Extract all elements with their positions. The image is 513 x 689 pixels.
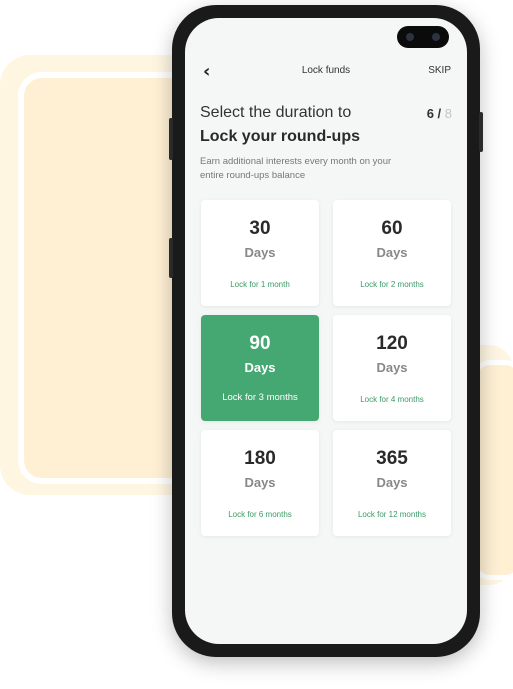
option-unit: Days <box>244 360 276 375</box>
step-current: 6 <box>426 106 434 121</box>
camera-lens-icon <box>432 33 440 41</box>
duration-option-30[interactable]: 30 Days Lock for 1 month <box>201 200 319 306</box>
option-lock-label: Lock for 6 months <box>228 510 292 519</box>
option-days: 365 <box>376 448 408 469</box>
option-days: 180 <box>244 448 276 469</box>
duration-option-180[interactable]: 180 Days Lock for 6 months <box>201 430 319 536</box>
option-unit: Days <box>244 475 276 490</box>
option-lock-label: Lock for 3 months <box>222 392 298 403</box>
option-unit: Days <box>244 245 276 260</box>
phone-side-button <box>169 118 173 160</box>
phone-power-button <box>479 112 483 152</box>
duration-option-60[interactable]: 60 Days Lock for 2 months <box>333 200 451 306</box>
duration-option-90[interactable]: 90 Days Lock for 3 months <box>201 315 319 421</box>
app-screen: ‹ Lock funds SKIP Select the duration to… <box>185 18 467 644</box>
option-unit: Days <box>376 360 408 375</box>
top-bar: ‹ Lock funds SKIP <box>185 63 467 83</box>
camera-cutout <box>397 26 449 48</box>
step-separator: / <box>433 106 445 121</box>
option-days: 60 <box>381 218 403 239</box>
step-total: 8 <box>444 106 452 121</box>
option-lock-label: Lock for 2 months <box>360 280 424 289</box>
duration-option-365[interactable]: 365 Days Lock for 12 months <box>333 430 451 536</box>
camera-lens-icon <box>406 33 414 41</box>
skip-button[interactable]: SKIP <box>428 65 451 76</box>
duration-option-120[interactable]: 120 Days Lock for 4 months <box>333 315 451 421</box>
option-lock-label: Lock for 1 month <box>230 280 290 289</box>
phone-side-button <box>169 238 173 278</box>
heading-line-2: Lock your round-ups <box>200 128 360 145</box>
option-lock-label: Lock for 12 months <box>357 510 427 519</box>
option-lock-label: Lock for 4 months <box>360 395 424 404</box>
option-days: 90 <box>249 333 271 354</box>
option-unit: Days <box>376 245 408 260</box>
option-days: 120 <box>376 333 408 354</box>
step-indicator: 6 / 8 <box>427 106 452 121</box>
subtitle: Earn additional interests every month on… <box>200 156 392 181</box>
option-days: 30 <box>249 218 271 239</box>
page-title: Lock funds <box>301 65 351 76</box>
heading-line-1: Select the duration to <box>200 104 352 121</box>
option-unit: Days <box>376 475 408 490</box>
